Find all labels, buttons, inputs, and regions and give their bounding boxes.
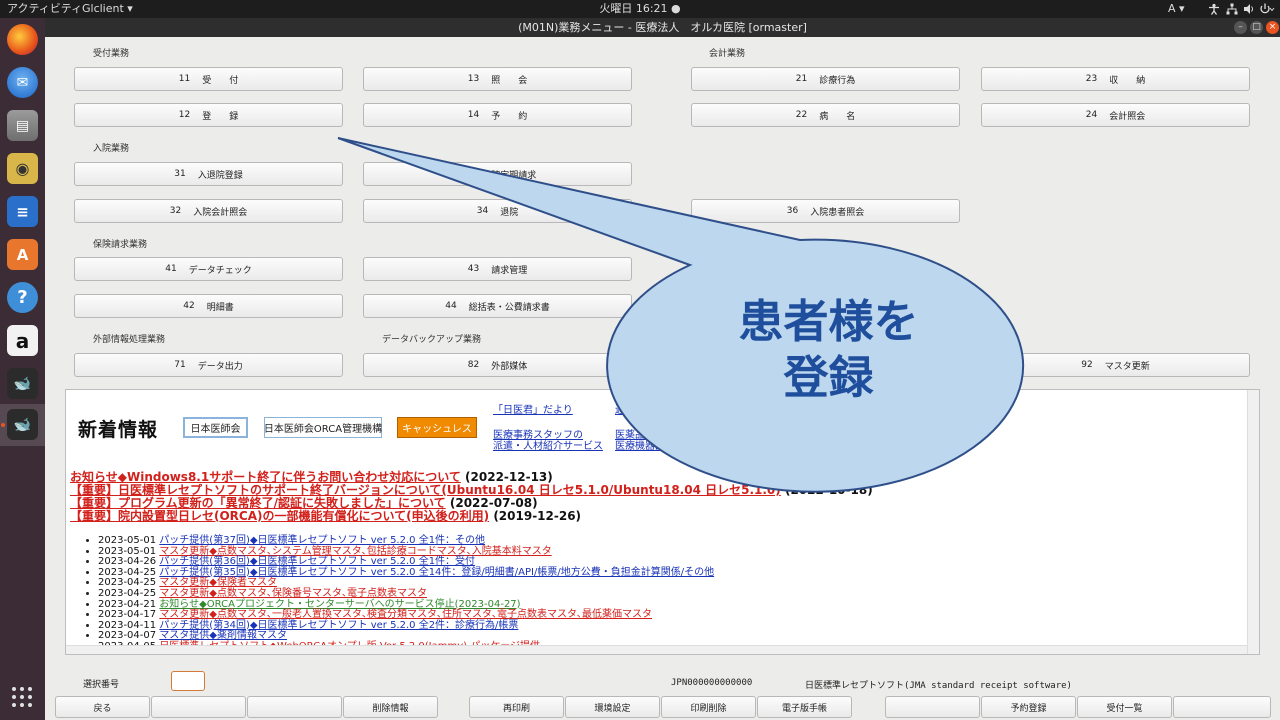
section-accounting: 会計業務 [709, 49, 746, 59]
window-title-bar: (M01N)業務メニュー - 医療法人 オルカ医院 [ormaster] – □… [45, 18, 1280, 37]
rhythmbox-icon[interactable]: ◉ [7, 153, 38, 184]
callout-line-2: 登録 [783, 351, 874, 404]
function-button-12[interactable] [1173, 696, 1271, 718]
menu-button-44-summary[interactable]: 44 総括表・公費請求書 [363, 294, 632, 318]
jpn-code: JPN000000000000 [671, 678, 753, 688]
menu-button-41-data-check[interactable]: 41 データチェック [74, 257, 343, 281]
thunderbird-icon[interactable]: ✉ [7, 67, 38, 98]
menu-button-12-register[interactable]: 12 登 録 [74, 103, 343, 127]
files-icon[interactable]: ▤ [7, 110, 38, 141]
menu-button-34-discharge[interactable]: 34 退院 [363, 199, 632, 223]
reprint-button[interactable]: 再印刷 [469, 696, 564, 718]
menu-button-13-inquiry[interactable]: 13 照 会 [363, 67, 632, 91]
section-external: 外部情報処理業務 [93, 335, 166, 345]
menu-button-23-payment[interactable]: 23 収 納 [981, 67, 1250, 91]
maximize-button[interactable]: □ [1250, 21, 1263, 34]
section-backup: データバックアップ業務 [382, 335, 482, 345]
select-number-input[interactable] [171, 671, 205, 691]
menu-button-43-claim-management[interactable]: 43 請求管理 [363, 257, 632, 281]
callout-line-1: 患者様を [738, 295, 919, 348]
orca-icon[interactable]: 🐋 [7, 368, 38, 399]
software-center-icon[interactable]: A [7, 239, 38, 270]
help-icon[interactable]: ? [7, 282, 38, 313]
news-list: 2023-05-01 パッチ提供(第37回)◆日医標準レセプトソフト ver 5… [84, 535, 714, 653]
jma-button[interactable]: 日本医師会 [183, 417, 248, 438]
clock[interactable]: 火曜日 16:21 ● [0, 2, 1280, 16]
menu-button-32-inpatient-accounting[interactable]: 32 入院会計照会 [74, 199, 343, 223]
e-notebook-button[interactable]: 電子版手帳 [757, 696, 852, 718]
writer-icon[interactable]: ≡ [7, 196, 38, 227]
reception-list-button[interactable]: 受付一覧 [1077, 696, 1172, 718]
menu-button-21-treatment[interactable]: 21 診療行為 [691, 67, 960, 91]
menu-button-24-billing-inquiry[interactable]: 24 会計照会 [981, 103, 1250, 127]
accessibility-icon[interactable] [1208, 3, 1220, 15]
device-recall-link[interactable]: 医療機器回収情報 [615, 441, 695, 453]
network-icon[interactable] [1226, 3, 1238, 15]
orca-active-icon[interactable]: 🐋 [7, 409, 38, 440]
nichii-news-link[interactable]: 「日医君」だより [493, 405, 573, 417]
news-panel: 新着情報 日本医師会 日本医師会ORCA管理機構 キャッシュレス 「日医君」だよ… [65, 389, 1260, 655]
menu-button-31-admission[interactable]: 31 入退院登録 [74, 162, 343, 186]
news-horizontal-scrollbar[interactable] [66, 645, 1249, 654]
print-delete-button[interactable]: 印刷削除 [661, 696, 756, 718]
function-button-9[interactable] [885, 696, 980, 718]
menu-button-14-reservation[interactable]: 14 予 約 [363, 103, 632, 127]
staff-service-link-2[interactable]: 派遣・人材紹介サービス [493, 441, 603, 453]
menu-button-71-data-output[interactable]: 71 データ出力 [74, 353, 343, 377]
input-method-indicator[interactable]: A ▾ [1168, 2, 1185, 16]
cashless-button[interactable]: キャッシュレス [397, 417, 477, 438]
reservation-register-button[interactable]: 予約登録 [981, 696, 1076, 718]
delete-info-button[interactable]: 削除情報 [343, 696, 438, 718]
menu-button-33-inpatient-billing[interactable]: 33 入院定期請求 [363, 162, 632, 186]
volume-icon[interactable] [1243, 3, 1255, 15]
menu-button-11-reception[interactable]: 11 受 付 [74, 67, 343, 91]
running-indicator [1, 423, 5, 427]
software-name: 日医標準レセプトソフト(JMA standard receipt softwar… [805, 681, 1072, 691]
menu-button-42-statement[interactable]: 42 明細書 [74, 294, 343, 318]
callout-text: 患者様を 登録 [620, 294, 1037, 406]
system-top-bar: アクティビティ Glclient ▾ 火曜日 16:21 ● A ▾ [0, 0, 1280, 18]
news-title: 新着情報 [78, 419, 159, 441]
dock: ✉ ▤ ◉ ≡ A ? a 🐋 🐋 [0, 18, 45, 720]
show-applications-icon[interactable] [11, 686, 33, 708]
power-icon[interactable] [1259, 3, 1275, 15]
window-title: (M01N)業務メニュー - 医療法人 オルカ医院 [ormaster] [518, 21, 807, 34]
function-button-2[interactable] [151, 696, 246, 718]
minimize-button[interactable]: – [1234, 21, 1247, 34]
function-button-3[interactable] [247, 696, 342, 718]
amazon-icon[interactable]: a [7, 325, 38, 356]
headline-4[interactable]: 【重要】院内設置型日レセ(ORCA)の一部機能有償化について(申込後の利用) (… [70, 510, 581, 523]
menu-button-36-inpatient-inquiry[interactable]: 36 入院患者照会 [691, 199, 960, 223]
section-reception: 受付業務 [93, 49, 130, 59]
settings-button[interactable]: 環境設定 [565, 696, 660, 718]
close-button[interactable]: × [1266, 21, 1279, 34]
orca-org-button[interactable]: 日本医師会ORCA管理機構 [264, 417, 382, 438]
section-statistics: 統計業務 [709, 240, 746, 250]
section-inpatient: 入院業務 [93, 144, 130, 154]
select-number-label: 選択番号 [83, 680, 120, 690]
past-news-link[interactable]: 過去の [615, 405, 645, 417]
section-insurance: 保険請求業務 [93, 240, 148, 250]
menu-button-22-diagnosis[interactable]: 22 病 名 [691, 103, 960, 127]
firefox-icon[interactable] [7, 24, 38, 55]
back-button[interactable]: 戻る [55, 696, 150, 718]
menu-button-82-external-media[interactable]: 82 外部媒体 [363, 353, 632, 377]
news-vertical-scrollbar[interactable] [1247, 390, 1259, 654]
